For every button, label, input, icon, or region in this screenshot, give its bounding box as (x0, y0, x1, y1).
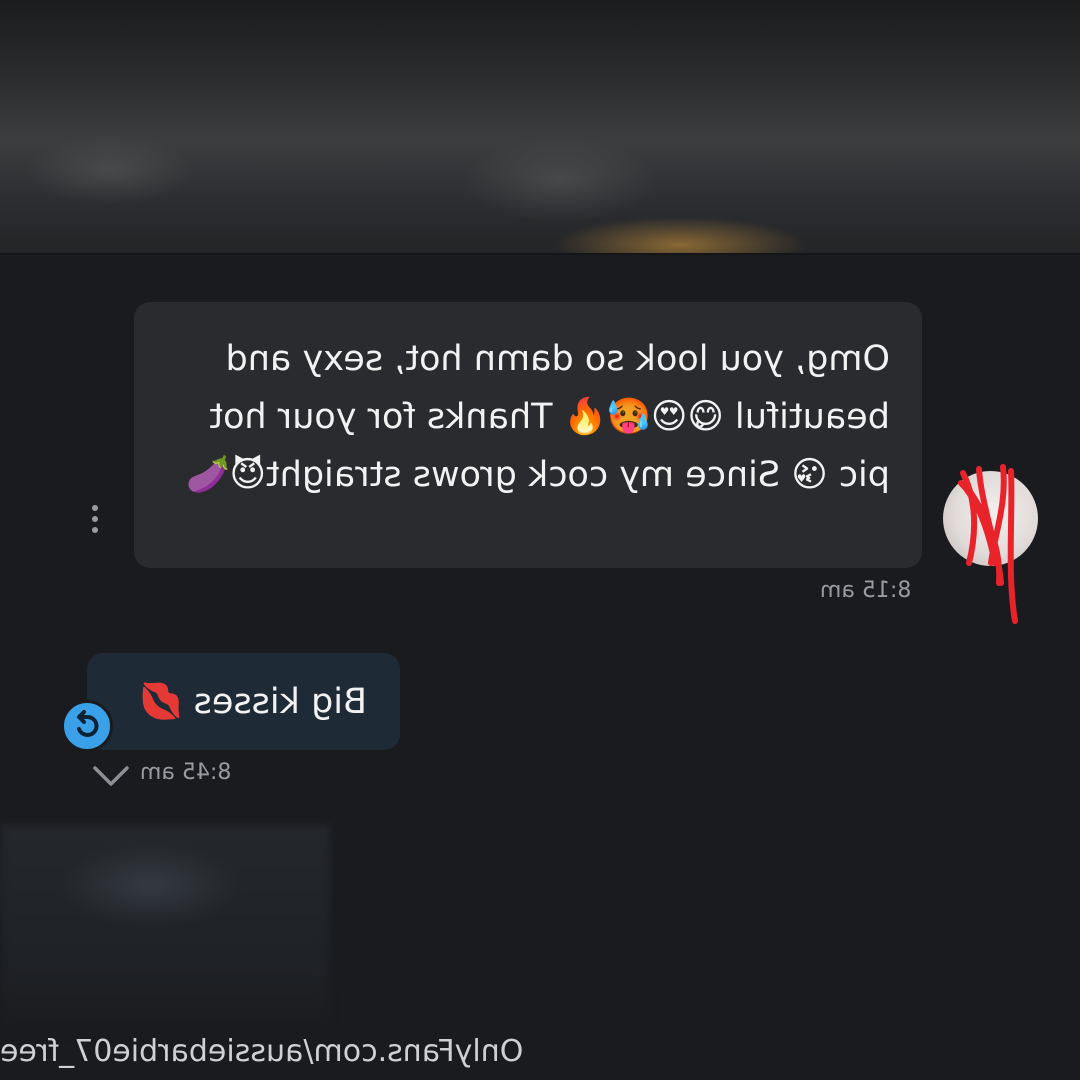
share-icon[interactable] (61, 700, 113, 752)
more-vert-icon[interactable] (90, 505, 100, 537)
blurred-image-preview[interactable] (0, 825, 330, 1035)
message-text: Big kisses 💋 (138, 682, 367, 722)
message-bubble-received[interactable]: Omg, you look so damn hot, sexy and beau… (134, 302, 922, 568)
chevron-down-icon[interactable] (92, 764, 130, 788)
watermark: OnlyFans.com/aussiebarbie07_free (0, 1034, 524, 1069)
message-timestamp: 8:15 am (820, 578, 912, 603)
redaction-scribble (958, 464, 1018, 624)
avatar[interactable] (943, 464, 1038, 624)
message-bubble-sent[interactable]: Big kisses 💋 (87, 653, 400, 750)
blurred-header-image (0, 0, 1080, 255)
message-text: Omg, you look so damn hot, sexy and beau… (185, 339, 890, 495)
divider (0, 253, 1080, 255)
message-timestamp: 8:45 am (140, 760, 232, 785)
